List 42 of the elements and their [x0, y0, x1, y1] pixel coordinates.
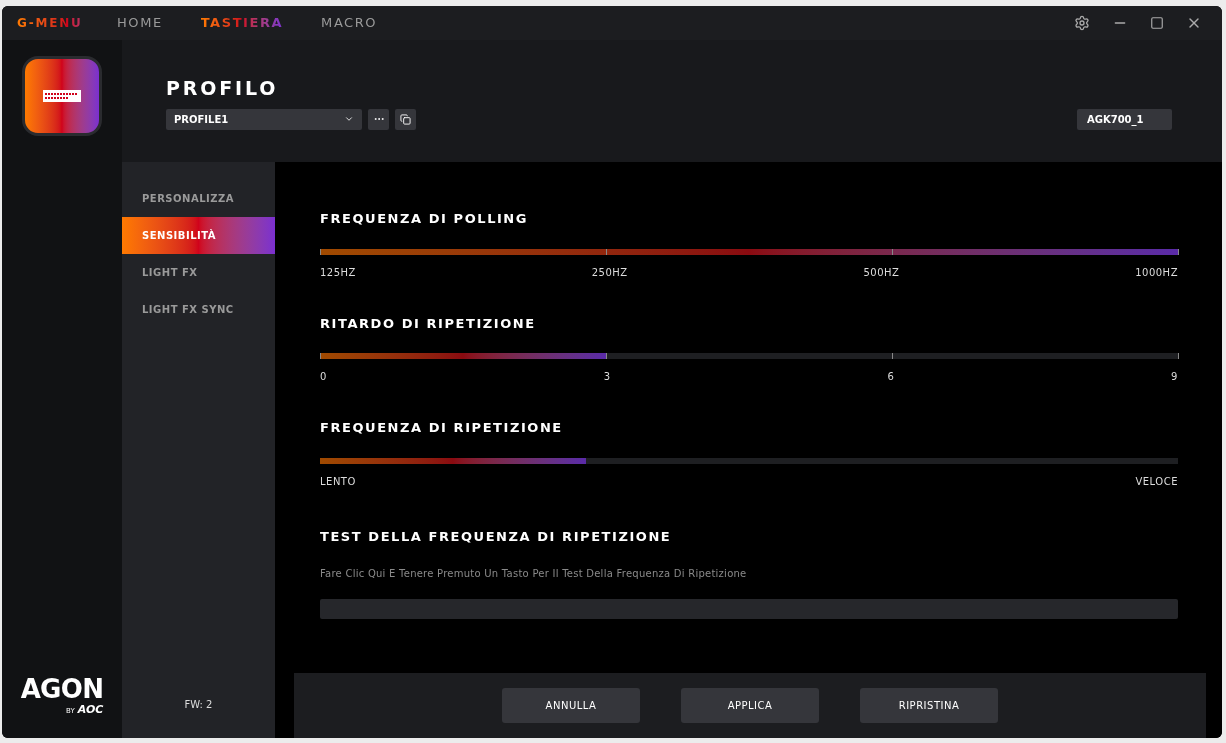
submenu-item[interactable]: LIGHT FX SYNC — [122, 291, 275, 328]
slider-label: VELOCE — [1135, 474, 1178, 489]
caret-icon — [344, 114, 354, 124]
more-button[interactable] — [368, 108, 389, 130]
slider-label: 6 — [887, 370, 895, 384]
copy-icon — [400, 113, 411, 125]
test-hint: Fare Clic Qui E Tenere Premuto Un Tasto Per Il Test Della Frequenza Di Ripetizione — [320, 567, 748, 581]
firmware-version: FW: 2 — [183, 698, 214, 712]
keyboard-icon — [43, 90, 81, 102]
slider-title: FREQUENZA DI RIPETIZIONE — [320, 419, 564, 437]
slider-label: LENTO — [320, 474, 356, 489]
slider-label: 3 — [603, 370, 611, 384]
settings-icon[interactable] — [1074, 15, 1090, 31]
brand-logo: AGON — [20, 675, 104, 702]
brand-maker: AOC — [77, 701, 104, 718]
slider-label: 250HZ — [591, 265, 628, 280]
profile-title: PROFILO — [166, 76, 280, 101]
slider-fill[interactable] — [320, 248, 1178, 255]
slider-label: 500HZ — [863, 265, 900, 280]
nav-tab[interactable]: MACRO — [321, 13, 378, 33]
action-button[interactable]: RIPRISTINA — [860, 688, 998, 723]
slider-label: 125HZ — [320, 265, 356, 280]
submenu-item[interactable]: SENSIBILITÀ — [122, 217, 275, 254]
slider-fill[interactable] — [320, 353, 606, 359]
slider-title: RITARDO DI RIPETIZIONE — [320, 314, 537, 333]
profile-dropdown[interactable]: PROFILE1 — [166, 108, 362, 130]
submenu-item[interactable]: LIGHT FX — [122, 254, 275, 291]
slider-label: 1000HZ — [1135, 265, 1178, 280]
slider-fill[interactable] — [320, 457, 586, 464]
device-name: AGK700_1 — [1077, 108, 1172, 130]
test-input-field[interactable] — [320, 599, 1178, 619]
slider-label: 0 — [320, 370, 327, 384]
slider-label: 9 — [1171, 370, 1178, 384]
device-tile[interactable] — [22, 56, 102, 136]
action-button[interactable]: ANNULLA — [502, 688, 640, 723]
submenu-item[interactable]: PERSONALIZZA — [122, 180, 275, 217]
slider-title: FREQUENZA DI POLLING — [320, 210, 530, 228]
maximize-icon[interactable] — [1150, 16, 1164, 30]
action-button[interactable]: APPLICA — [681, 688, 819, 723]
copy-button[interactable] — [395, 108, 416, 130]
nav-tab[interactable]: HOME — [117, 13, 163, 33]
test-title: TEST DELLA FREQUENZA DI RIPETIZIONE — [320, 527, 673, 546]
